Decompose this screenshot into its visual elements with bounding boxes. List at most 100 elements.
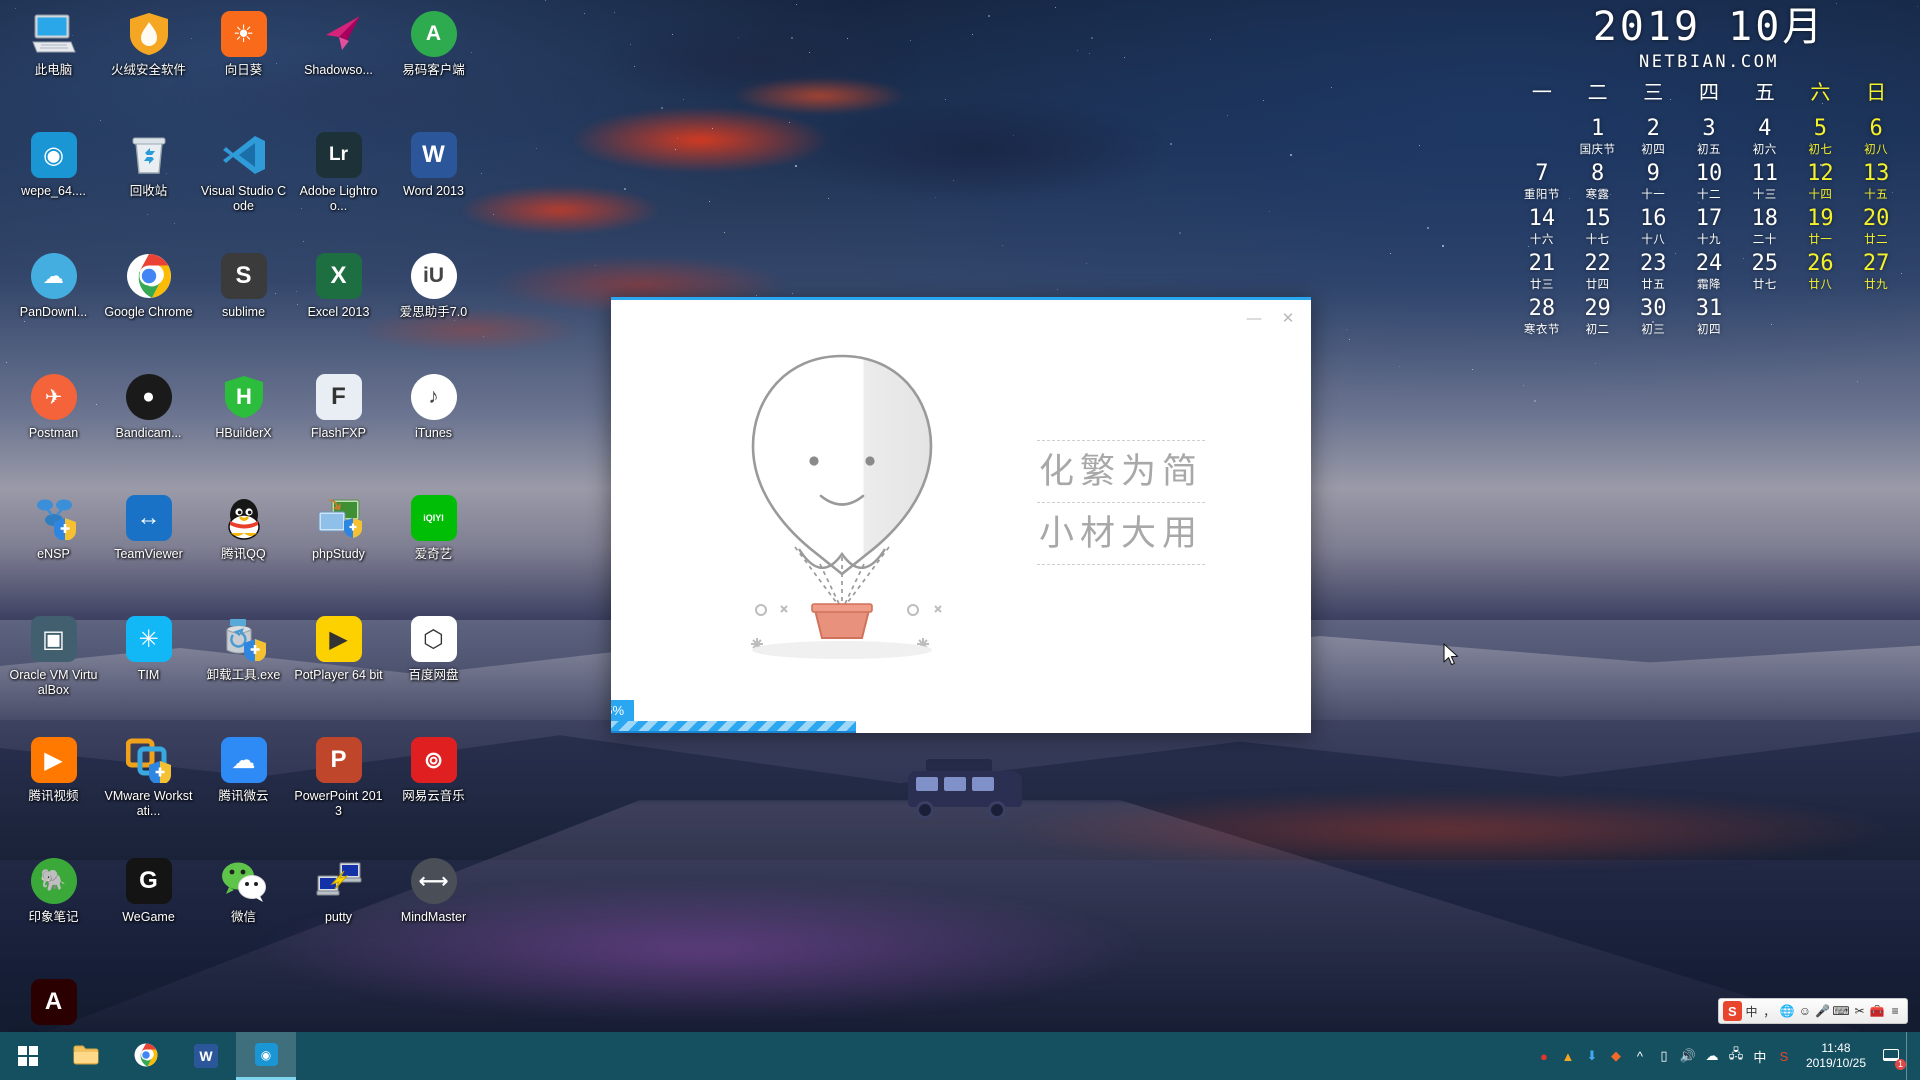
tray-icon-show-hidden-icons[interactable]: ^ (1628, 1032, 1652, 1080)
desktop-icon-huorong[interactable]: 火绒安全软件 (101, 4, 196, 125)
baidu-netdisk-icon: ⬡ (410, 615, 458, 663)
desktop-icon-label: Oracle VM VirtualBox (9, 668, 98, 697)
desktop-icon-yima-client[interactable]: A 易码客户端 (386, 4, 481, 125)
tray-icon-volume[interactable]: 🔊 (1676, 1032, 1700, 1080)
desktop-icon-excel[interactable]: X Excel 2013 (291, 246, 386, 367)
calendar-day-lunar: 十二 (1696, 187, 1721, 201)
tencent-video-icon: ▶ (30, 736, 78, 784)
desktop-icon-bandicam[interactable]: ● Bandicam... (101, 367, 196, 488)
desktop-icon-chrome[interactable]: Google Chrome (101, 246, 196, 367)
desktop-icon-tim[interactable]: ✳ TIM (101, 609, 196, 730)
tray-icon-bandicam-recording[interactable]: ● (1532, 1032, 1556, 1080)
notification-badge: 1 (1894, 1059, 1906, 1070)
calendar-day-number: 17 (1695, 206, 1723, 231)
desktop-icon-tencent-video[interactable]: ▶ 腾讯视频 (6, 730, 101, 851)
desktop-icon-vmware[interactable]: VMware Workstati... (101, 730, 196, 851)
desktop-icon-virtualbox[interactable]: ▣ Oracle VM VirtualBox (6, 609, 101, 730)
tray-icon-ime-language[interactable]: 中 (1748, 1032, 1772, 1080)
svg-text:H: H (236, 384, 252, 409)
ime-globe-icon[interactable]: 🌐 (1779, 1001, 1795, 1021)
taskbar-item-word[interactable]: W (176, 1032, 236, 1080)
desktop-icon-lightroom[interactable]: Lr Adobe Lightroo... (291, 125, 386, 246)
desktop-icon-label: TeamViewer (114, 547, 183, 561)
tray-icon-battery[interactable]: ▯ (1652, 1032, 1676, 1080)
desktop-icon-wepe[interactable]: ◉ wepe_64.... (6, 125, 101, 246)
start-button[interactable] (0, 1032, 56, 1080)
desktop-icon-weiyun[interactable]: ☁ 腾讯微云 (196, 730, 291, 851)
calendar-day-cell: 7 重阳节 (1514, 157, 1570, 202)
desktop-icon-sublime[interactable]: Ssublime (196, 246, 291, 367)
desktop-icon-uninstall-tool[interactable]: 卸载工具.exe (196, 609, 291, 730)
show-desktop-button[interactable] (1906, 1032, 1916, 1080)
desktop-icon-vscode[interactable]: Visual Studio Code (196, 125, 291, 246)
tray-icon-network[interactable]: 🖧 (1724, 1032, 1748, 1080)
calendar-day-cell: 29 初二 (1570, 292, 1626, 337)
close-icon[interactable]: ✕ (1273, 306, 1303, 330)
virtualbox-icon: ▣ (30, 615, 78, 663)
taskbar-item-installer-window[interactable]: ◉ (236, 1032, 296, 1080)
desktop-icon-flashfxp[interactable]: F FlashFXP (291, 367, 386, 488)
tray-icon-list: ● ▲ ⬇ ◆ ^ ▯ 🔊 ☁ 🖧 中 S (1532, 1032, 1796, 1080)
tray-icon-huorong-security[interactable]: ▲ (1556, 1032, 1580, 1080)
desktop-icon-mindmaster[interactable]: ⟷ MindMaster (386, 851, 481, 972)
calendar-weekday: 日 (1866, 80, 1887, 104)
taskbar-clock[interactable]: 11:48 2019/10/25 (1796, 1041, 1876, 1071)
tray-icon-pandownload[interactable]: ◆ (1604, 1032, 1628, 1080)
ime-punctuation-icon[interactable]: ， (1761, 1001, 1777, 1021)
desktop-icon-label: 易码客户端 (402, 63, 465, 77)
tray-icon-onedrive[interactable]: ☁ (1700, 1032, 1724, 1080)
iqiyi-icon: iQIYI (410, 494, 458, 542)
ime-toolbox-icon[interactable]: 🧰 (1869, 1001, 1885, 1021)
sogou-ime-toolbar[interactable]: S 中 ， 🌐 ☺ 🎤 ⌨ ✂ 🧰 ≡ (1718, 998, 1908, 1024)
desktop-icon-word[interactable]: W Word 2013 (386, 125, 481, 246)
desktop-icon-sunflower-remote[interactable]: ☀ 向日葵 (196, 4, 291, 125)
desktop-icon-qq[interactable]: 腾讯QQ (196, 488, 291, 609)
desktop-icon-pandownload[interactable]: ☁ PanDownl... (6, 246, 101, 367)
minimize-button[interactable]: — (1239, 306, 1269, 330)
desktop-icon-ensp[interactable]: eNSP (6, 488, 101, 609)
window-controls: — ✕ (1239, 306, 1303, 330)
calendar-day-lunar: 初七 (1808, 142, 1833, 156)
phpstudy-icon (315, 494, 363, 542)
ime-keyboard-icon[interactable]: ⌨ (1832, 1001, 1849, 1021)
desktop-icon-powerpoint[interactable]: P PowerPoint 2013 (291, 730, 386, 851)
desktop-icon-phpstudy[interactable]: phpStudy (291, 488, 386, 609)
ime-mode-chinese[interactable]: 中 (1744, 1001, 1760, 1021)
ime-emoji-icon[interactable]: ☺ (1797, 1001, 1813, 1021)
tray-icon-sogou-input[interactable]: S (1772, 1032, 1796, 1080)
desktop-icon-teamviewer[interactable]: ↔ TeamViewer (101, 488, 196, 609)
tray-icon-thunder-download[interactable]: ⬇ (1580, 1032, 1604, 1080)
calendar-day-number: 30 (1640, 296, 1667, 321)
desktop-icon-netease-music[interactable]: ⊚ 网易云音乐 (386, 730, 481, 851)
desktop-icon-wegame[interactable]: G WeGame (101, 851, 196, 972)
vmware-icon (125, 736, 173, 784)
desktop-icon-putty[interactable]: putty (291, 851, 386, 972)
desktop-icon-wechat[interactable]: 微信 (196, 851, 291, 972)
calendar-weekday: 五 (1754, 80, 1775, 104)
ime-menu-icon[interactable]: ≡ (1887, 1001, 1903, 1021)
desktop-icon-recycle-bin[interactable]: 回收站 (101, 125, 196, 246)
calendar-day-number: 26 (1807, 251, 1834, 276)
calendar-day-lunar: 廿九 (1864, 277, 1889, 291)
calendar-day-number: 18 (1751, 206, 1778, 231)
desktop-icon-iqiyi[interactable]: iQIYI 爱奇艺 (386, 488, 481, 609)
sogou-logo-icon[interactable]: S (1723, 1001, 1742, 1021)
taskbar-item-file-explorer[interactable] (56, 1032, 116, 1080)
desktop-icon-evernote[interactable]: 🐘 印象笔记 (6, 851, 101, 972)
calendar-day-cell: 28 寒衣节 (1514, 292, 1570, 337)
installer-window[interactable]: — ✕ 化繁为简 小材大用 % (611, 297, 1311, 733)
desktop-icon-label: Shadowso... (304, 63, 373, 77)
desktop-icon-baidu-netdisk[interactable]: ⬡ 百度网盘 (386, 609, 481, 730)
taskbar-item-google-chrome[interactable] (116, 1032, 176, 1080)
desktop-icon-postman[interactable]: ✈ Postman (6, 367, 101, 488)
ime-voice-icon[interactable]: 🎤 (1815, 1001, 1831, 1021)
desktop-icon-hbuilderx[interactable]: H HBuilderX (196, 367, 291, 488)
desktop-icon-shadowsocks[interactable]: Shadowso... (291, 4, 386, 125)
desktop-icon-i4tools[interactable]: iU 爱思助手7.0 (386, 246, 481, 367)
ime-screenshot-icon[interactable]: ✂ (1852, 1001, 1868, 1021)
action-center-icon[interactable]: 1 (1876, 1032, 1906, 1080)
desktop-icon-this-pc[interactable]: 此电脑 (6, 4, 101, 125)
calendar-day-lunar: 国庆节 (1579, 142, 1616, 156)
desktop-icon-itunes[interactable]: ♪ iTunes (386, 367, 481, 488)
desktop-icon-potplayer[interactable]: ▶ PotPlayer 64 bit (291, 609, 386, 730)
